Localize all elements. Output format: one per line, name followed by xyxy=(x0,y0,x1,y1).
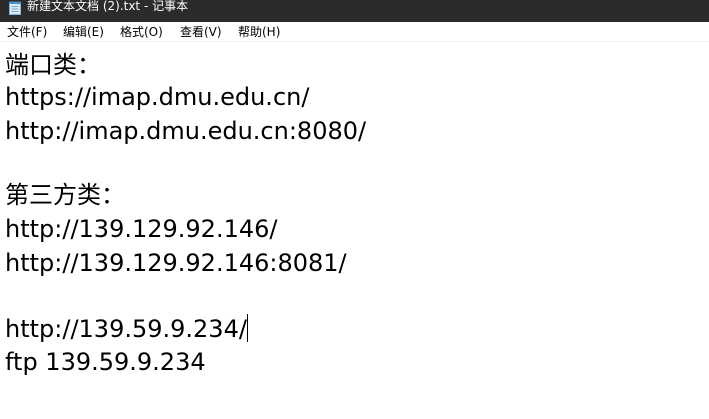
text-editor[interactable]: 端口类： https://imap.dmu.edu.cn/ http://ima… xyxy=(0,43,709,419)
notepad-window: 新建文本文档 (2).txt - 记事本 文件(F) 编辑(E) 格式(O) 查… xyxy=(0,0,709,419)
title-bar[interactable]: 新建文本文档 (2).txt - 记事本 xyxy=(0,0,709,22)
text-line: 第三方类： xyxy=(5,181,125,209)
window-title: 新建文本文档 (2).txt - 记事本 xyxy=(27,0,189,13)
notepad-icon xyxy=(9,1,21,15)
text-line: http://139.129.92.146:8081/ xyxy=(5,249,347,277)
text-line-with-caret: http://139.59.9.234/ xyxy=(5,312,248,346)
menu-file[interactable]: 文件(F) xyxy=(7,22,47,42)
menu-format[interactable]: 格式(O) xyxy=(120,22,163,42)
text-caret xyxy=(246,314,248,342)
text-line: ftp 139.59.9.234 xyxy=(5,348,206,376)
menu-edit[interactable]: 编辑(E) xyxy=(63,22,104,42)
menu-help[interactable]: 帮助(H) xyxy=(238,22,280,42)
menu-bar: 文件(F) 编辑(E) 格式(O) 查看(V) 帮助(H) xyxy=(0,22,709,42)
text-line: https://imap.dmu.edu.cn/ xyxy=(5,83,310,111)
text-line: 端口类： xyxy=(5,51,101,79)
text-line: http://imap.dmu.edu.cn:8080/ xyxy=(5,117,367,145)
menu-view[interactable]: 查看(V) xyxy=(180,22,222,42)
text-line: http://139.129.92.146/ xyxy=(5,215,278,243)
text-line-content: http://139.59.9.234/ xyxy=(5,315,247,343)
